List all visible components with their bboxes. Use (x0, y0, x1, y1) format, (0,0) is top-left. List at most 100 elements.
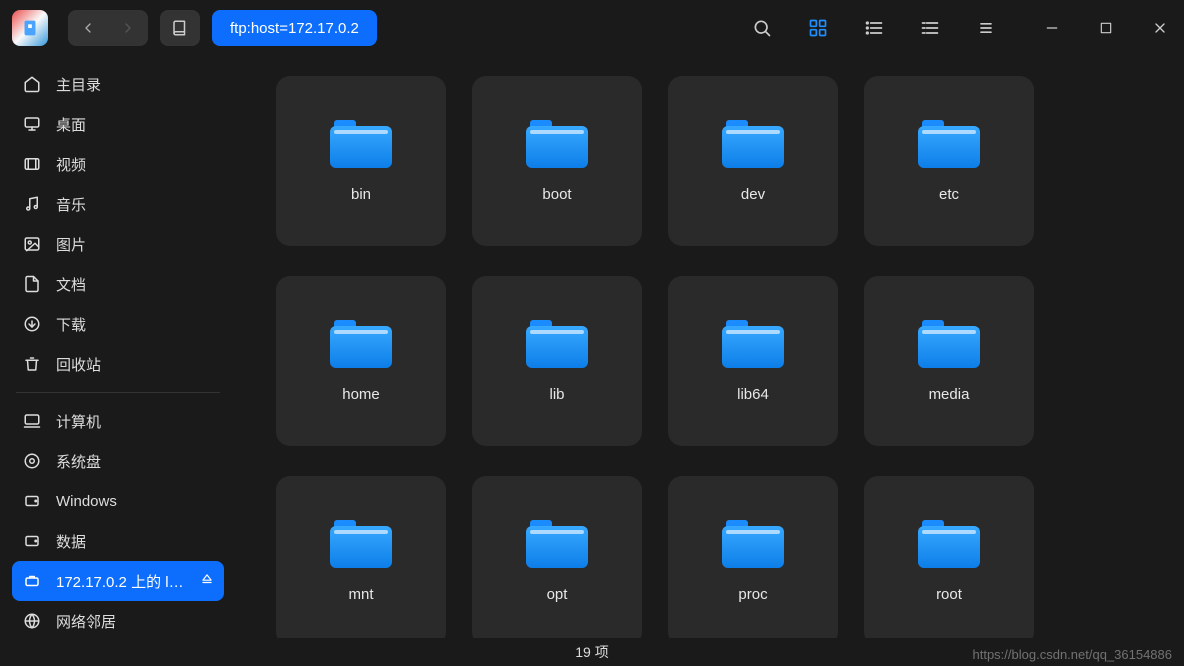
address-text: ftp:host=172.17.0.2 (230, 20, 359, 37)
folder-tile[interactable]: root (864, 476, 1034, 638)
folder-label: mnt (348, 586, 373, 603)
folder-icon (330, 320, 392, 368)
sidebar-item-label: 系统盘 (56, 451, 214, 472)
folder-label: lib (549, 386, 564, 403)
folder-tile[interactable]: bin (276, 76, 446, 246)
sidebar-item-disk[interactable]: 数据 (12, 521, 224, 561)
system-disk-icon (22, 452, 42, 470)
sidebar-item-desktop[interactable]: 桌面 (12, 104, 224, 144)
toolbar-view-icons (748, 14, 1000, 42)
sidebar-item-label: 数据 (56, 531, 214, 552)
folder-label: etc (939, 186, 959, 203)
trash-icon (22, 355, 42, 373)
folder-tile[interactable]: etc (864, 76, 1034, 246)
view-compact-icon[interactable] (916, 14, 944, 42)
status-text: 19 项 (575, 642, 608, 662)
search-icon[interactable] (748, 14, 776, 42)
folder-tile[interactable]: lib64 (668, 276, 838, 446)
view-grid-icon[interactable] (804, 14, 832, 42)
content-area[interactable]: bin boot dev etc home lib lib64 media mnt opt proc… (236, 56, 1184, 638)
folder-tile[interactable]: boot (472, 76, 642, 246)
eject-icon[interactable] (200, 572, 214, 590)
sidebar-item-system-disk[interactable]: 系统盘 (12, 441, 224, 481)
sidebar-item-label: 音乐 (56, 194, 214, 215)
minimize-button[interactable] (1040, 16, 1064, 40)
folder-icon (526, 520, 588, 568)
sidebar-item-document[interactable]: 文档 (12, 264, 224, 304)
folder-icon (330, 120, 392, 168)
sidebar-item-label: 下载 (56, 314, 214, 335)
app-icon (12, 10, 48, 46)
disk-icon (22, 532, 42, 550)
sidebar-item-music[interactable]: 音乐 (12, 184, 224, 224)
folder-tile[interactable]: media (864, 276, 1034, 446)
address-bar[interactable]: ftp:host=172.17.0.2 (212, 10, 377, 46)
folder-label: root (936, 586, 962, 603)
sidebar-item-remote[interactable]: 172.17.0.2 上的 li… (12, 561, 224, 601)
view-list-icon[interactable] (860, 14, 888, 42)
main: 主目录桌面视频音乐图片文档下载回收站 计算机系统盘 Windows 数据 172.1… (0, 56, 1184, 638)
sidebar-item-label: 回收站 (56, 354, 214, 375)
sidebar-item-download[interactable]: 下载 (12, 304, 224, 344)
folder-icon (918, 520, 980, 568)
sidebar-item-computer[interactable]: 计算机 (12, 401, 224, 441)
sidebar-item-label: 172.17.0.2 上的 li… (56, 571, 186, 592)
titlebar: ftp:host=172.17.0.2 (0, 0, 1184, 56)
folder-icon (918, 320, 980, 368)
watermark-text: https://blog.csdn.net/qq_36154886 (973, 647, 1173, 662)
sidebar-item-trash[interactable]: 回收站 (12, 344, 224, 384)
folder-label: opt (547, 586, 568, 603)
folder-label: dev (741, 186, 765, 203)
folder-label: lib64 (737, 386, 769, 403)
folder-tile[interactable]: home (276, 276, 446, 446)
folder-icon (526, 320, 588, 368)
back-button[interactable] (68, 10, 108, 46)
download-icon (22, 315, 42, 333)
folder-tile[interactable]: dev (668, 76, 838, 246)
folder-tile[interactable]: mnt (276, 476, 446, 638)
sidebar-item-label: 文档 (56, 274, 214, 295)
folder-icon (722, 120, 784, 168)
folder-tile[interactable]: lib (472, 276, 642, 446)
folder-grid: bin boot dev etc home lib lib64 media mnt opt proc… (276, 76, 1144, 638)
sidebar-item-label: 计算机 (56, 411, 214, 432)
folder-tile[interactable]: opt (472, 476, 642, 638)
network-icon (22, 612, 42, 630)
home-icon (22, 75, 42, 93)
window-controls (1040, 16, 1172, 40)
folder-icon (722, 320, 784, 368)
sidebar-item-label: 视频 (56, 154, 214, 175)
maximize-button[interactable] (1094, 16, 1118, 40)
folder-label: boot (542, 186, 571, 203)
sidebar: 主目录桌面视频音乐图片文档下载回收站 计算机系统盘 Windows 数据 172.1… (0, 56, 236, 638)
sidebar-item-disk[interactable]: Windows (12, 481, 224, 521)
folder-label: bin (351, 186, 371, 203)
document-icon (22, 275, 42, 293)
book-button[interactable] (160, 10, 200, 46)
folder-icon (526, 120, 588, 168)
status-bar: 19 项 https://blog.csdn.net/qq_36154886 (0, 638, 1184, 666)
sidebar-item-label: 图片 (56, 234, 214, 255)
folder-icon (722, 520, 784, 568)
video-icon (22, 155, 42, 173)
folder-label: proc (738, 586, 767, 603)
music-icon (22, 195, 42, 213)
close-button[interactable] (1148, 16, 1172, 40)
sidebar-item-home[interactable]: 主目录 (12, 64, 224, 104)
folder-label: media (929, 386, 970, 403)
sidebar-item-image[interactable]: 图片 (12, 224, 224, 264)
folder-icon (918, 120, 980, 168)
sidebar-item-label: 主目录 (56, 74, 214, 95)
sidebar-item-network[interactable]: 网络邻居 (12, 601, 224, 638)
computer-icon (22, 412, 42, 430)
forward-button[interactable] (108, 10, 148, 46)
folder-tile[interactable]: proc (668, 476, 838, 638)
sidebar-separator (16, 392, 220, 393)
image-icon (22, 235, 42, 253)
sidebar-item-video[interactable]: 视频 (12, 144, 224, 184)
folder-label: home (342, 386, 380, 403)
sidebar-item-label: 网络邻居 (56, 611, 214, 632)
disk-icon (22, 492, 42, 510)
remote-icon (22, 572, 42, 590)
menu-icon[interactable] (972, 14, 1000, 42)
